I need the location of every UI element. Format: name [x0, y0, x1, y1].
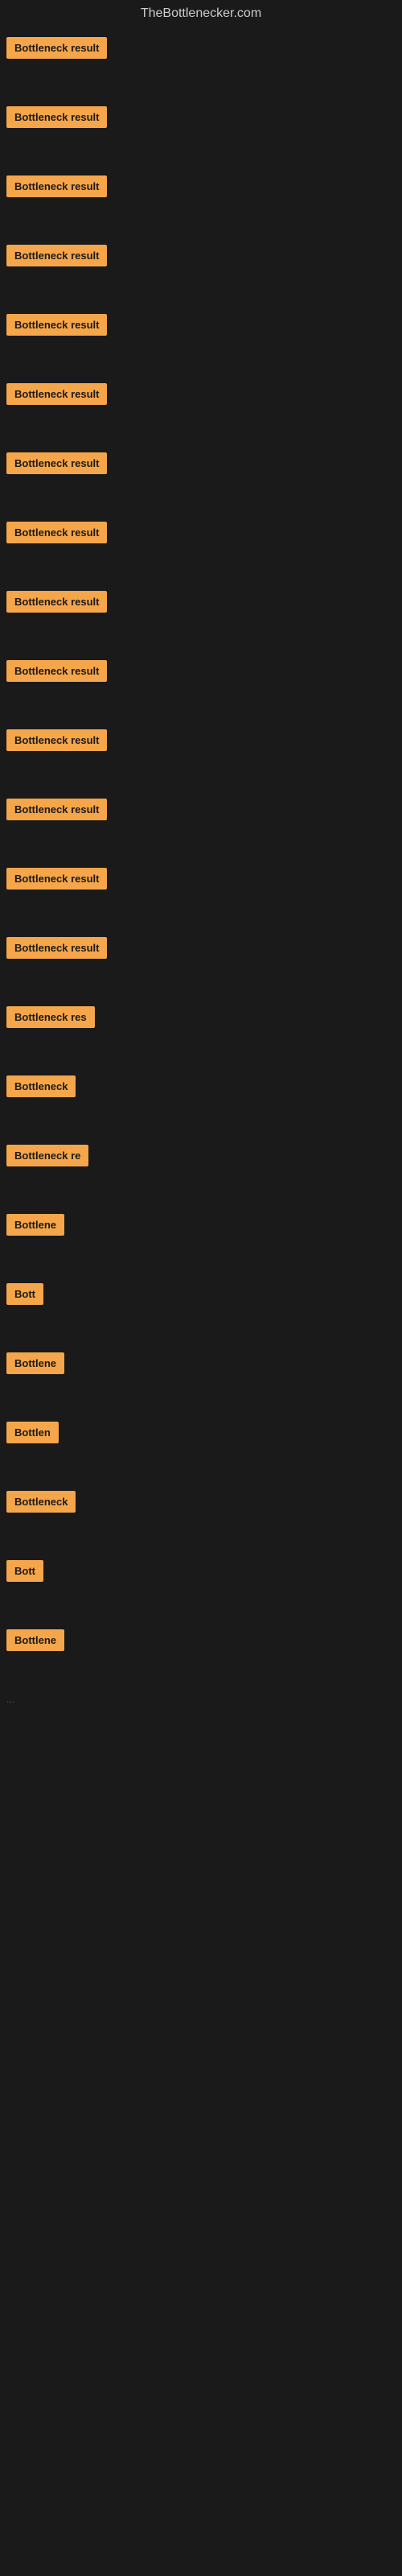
bottleneck-badge-23[interactable]: Bott [6, 1560, 43, 1582]
bottleneck-badge-2[interactable]: Bottleneck result [6, 106, 107, 128]
bottleneck-row-7: Bottleneck result [0, 440, 402, 509]
bottleneck-row-12: Bottleneck result [0, 786, 402, 855]
bottleneck-badge-4[interactable]: Bottleneck result [6, 245, 107, 266]
bottleneck-row-15: Bottleneck res [0, 993, 402, 1063]
bottleneck-badge-20[interactable]: Bottlene [6, 1352, 64, 1374]
bottleneck-row-9: Bottleneck result [0, 578, 402, 647]
bottleneck-row-5: Bottleneck result [0, 301, 402, 370]
bottleneck-badge-16[interactable]: Bottleneck [6, 1075, 76, 1097]
bottleneck-row-11: Bottleneck result [0, 716, 402, 786]
bottleneck-row-23: Bott [0, 1547, 402, 1616]
bottleneck-row-6: Bottleneck result [0, 370, 402, 440]
bottleneck-badge-14[interactable]: Bottleneck result [6, 937, 107, 959]
bottleneck-row-17: Bottleneck re [0, 1132, 402, 1201]
bottleneck-badge-17[interactable]: Bottleneck re [6, 1145, 88, 1166]
bottleneck-badge-10[interactable]: Bottleneck result [6, 660, 107, 682]
bottleneck-row-10: Bottleneck result [0, 647, 402, 716]
bottleneck-row-19: Bott [0, 1270, 402, 1340]
bottleneck-badge-11[interactable]: Bottleneck result [6, 729, 107, 751]
bottleneck-badge-13[interactable]: Bottleneck result [6, 868, 107, 890]
bottleneck-row-16: Bottleneck [0, 1063, 402, 1132]
bottleneck-badge-22[interactable]: Bottleneck [6, 1491, 76, 1513]
bottleneck-badge-18[interactable]: Bottlene [6, 1214, 64, 1236]
bottleneck-row-20: Bottlene [0, 1340, 402, 1409]
bottleneck-row-14: Bottleneck result [0, 924, 402, 993]
bottom-dark-area [0, 1713, 402, 2196]
bottleneck-row-21: Bottlen [0, 1409, 402, 1478]
bottleneck-row-4: Bottleneck result [0, 232, 402, 301]
bottleneck-row-18: Bottlene [0, 1201, 402, 1270]
bottleneck-badge-5[interactable]: Bottleneck result [6, 314, 107, 336]
bottleneck-badge-3[interactable]: Bottleneck result [6, 175, 107, 197]
ellipsis: ... [0, 1686, 402, 1713]
bottleneck-badge-24[interactable]: Bottlene [6, 1629, 64, 1651]
bottleneck-badge-12[interactable]: Bottleneck result [6, 799, 107, 820]
site-title: TheBottlenecker.com [0, 0, 402, 24]
bottleneck-badge-15[interactable]: Bottleneck res [6, 1006, 95, 1028]
bottleneck-badge-6[interactable]: Bottleneck result [6, 383, 107, 405]
bottleneck-badge-8[interactable]: Bottleneck result [6, 522, 107, 543]
bottleneck-row-2: Bottleneck result [0, 93, 402, 163]
bottleneck-row-1: Bottleneck result [0, 24, 402, 93]
bottleneck-badge-9[interactable]: Bottleneck result [6, 591, 107, 613]
bottleneck-badge-21[interactable]: Bottlen [6, 1422, 59, 1443]
bottleneck-row-24: Bottlene [0, 1616, 402, 1686]
bottleneck-badge-7[interactable]: Bottleneck result [6, 452, 107, 474]
bottleneck-badge-1[interactable]: Bottleneck result [6, 37, 107, 59]
bottleneck-row-22: Bottleneck [0, 1478, 402, 1547]
bottleneck-row-3: Bottleneck result [0, 163, 402, 232]
bottleneck-row-8: Bottleneck result [0, 509, 402, 578]
bottleneck-row-13: Bottleneck result [0, 855, 402, 924]
bottleneck-badge-19[interactable]: Bott [6, 1283, 43, 1305]
